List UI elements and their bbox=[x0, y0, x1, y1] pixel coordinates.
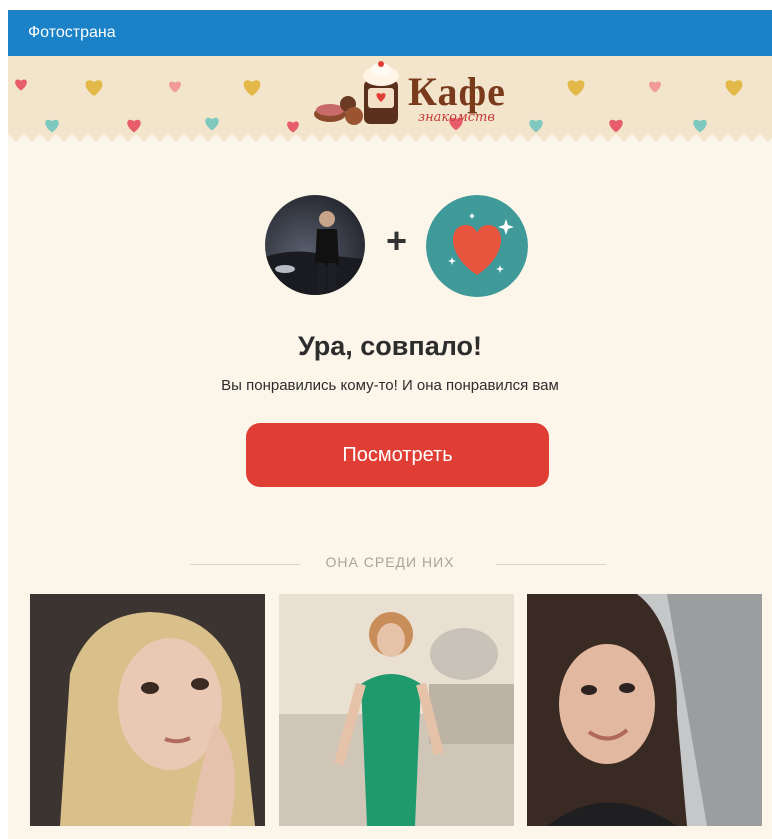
logo-subtitle: знакомств bbox=[418, 110, 495, 125]
man-photo-icon bbox=[265, 195, 365, 295]
match-avatars: + bbox=[8, 195, 772, 299]
divider-line-right bbox=[496, 564, 606, 565]
photo-item[interactable] bbox=[279, 594, 514, 826]
coffee-cup-icon bbox=[314, 61, 399, 125]
section-divider: ОНА СРЕДИ НИХ bbox=[8, 554, 772, 574]
app-title[interactable]: Фотострана bbox=[28, 24, 116, 42]
section-label: ОНА СРЕДИ НИХ bbox=[325, 554, 455, 570]
match-card: Кафе знакомств + Ура, совпало! Вы понрав… bbox=[8, 56, 772, 839]
plus-sign: + bbox=[386, 220, 408, 261]
woman-photo-icon bbox=[279, 594, 514, 826]
match-subtitle: Вы понравились кому-то! И она понравился… bbox=[221, 377, 559, 394]
logo-title: Кафе bbox=[408, 69, 506, 114]
heart-match-icon bbox=[426, 195, 528, 297]
cafe-banner: Кафе знакомств bbox=[8, 56, 772, 148]
photo-item[interactable] bbox=[527, 594, 762, 826]
woman-photo-icon bbox=[527, 594, 762, 826]
view-button[interactable]: Посмотреть bbox=[246, 423, 549, 487]
match-title: Ура, совпало! bbox=[298, 331, 482, 361]
photo-gallery bbox=[30, 594, 772, 826]
user-avatar[interactable] bbox=[265, 195, 365, 295]
photo-item[interactable] bbox=[30, 594, 265, 826]
cafe-logo: Кафе знакомств bbox=[308, 60, 518, 140]
app-header: Фотострана bbox=[8, 10, 772, 56]
woman-photo-icon bbox=[30, 594, 265, 826]
